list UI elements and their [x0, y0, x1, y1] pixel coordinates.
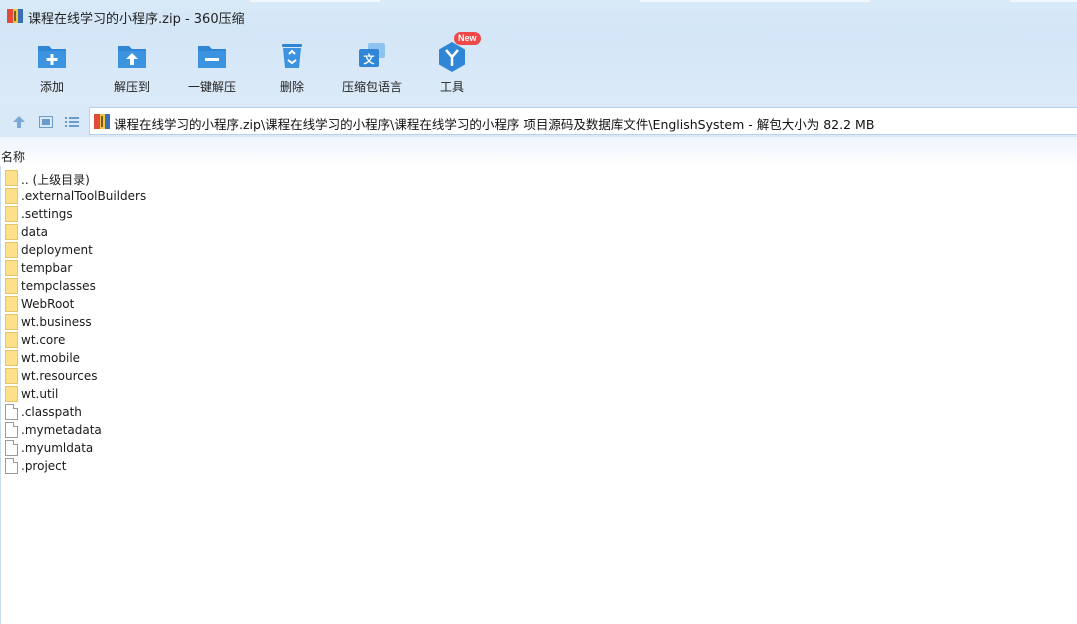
list-item[interactable]: tempbar: [0, 259, 600, 277]
svg-text:文: 文: [364, 52, 376, 66]
list-item[interactable]: wt.core: [0, 331, 600, 349]
list-item-name: .project: [21, 459, 67, 473]
list-item-name: .classpath: [21, 405, 82, 419]
add-folder-icon: [38, 46, 66, 68]
list-item-name: .settings: [21, 207, 73, 221]
delete-button[interactable]: 删除: [252, 32, 332, 106]
list-item[interactable]: data: [0, 223, 600, 241]
folder-icon: [5, 314, 18, 330]
list-item-name: .. (上级目录): [21, 173, 90, 187]
zip-archive-icon: [94, 114, 110, 129]
folder-icon: [5, 350, 18, 366]
list-item[interactable]: wt.util: [0, 385, 600, 403]
folder-icon: [5, 368, 18, 384]
list-item[interactable]: .classpath: [0, 403, 600, 421]
list-item-name: wt.core: [21, 333, 66, 347]
list-item[interactable]: .mymetadata: [0, 421, 600, 439]
archive-app-icon: [7, 9, 23, 23]
folder-icon: [5, 170, 18, 186]
address-path: 课程在线学习的小程序.zip\课程在线学习的小程序\课程在线学习的小程序 项目源…: [114, 117, 875, 132]
archive-language-label: 压缩包语言: [341, 80, 402, 94]
list-item[interactable]: .externalToolBuilders: [0, 187, 600, 205]
column-header: 名称: [0, 137, 1077, 166]
column-name-header[interactable]: 名称: [1, 148, 25, 165]
toolbar: 添加 解压到 一键解压 删除 文 压缩包语言 New 工具: [0, 32, 1077, 106]
add-label: 添加: [39, 80, 64, 94]
list-item-name: wt.business: [21, 315, 92, 329]
folder-icon: [5, 206, 18, 222]
up-arrow-icon[interactable]: [11, 114, 27, 130]
one-click-extract-button[interactable]: 一键解压: [172, 32, 252, 106]
list-item-name: tempbar: [21, 261, 73, 275]
new-badge: New: [454, 32, 481, 45]
list-item[interactable]: .settings: [0, 205, 600, 223]
tools-button[interactable]: New 工具: [412, 32, 492, 106]
title-edge: [250, 0, 380, 2]
list-item-name: .externalToolBuilders: [21, 189, 147, 203]
folder-icon: [5, 296, 18, 312]
list-item[interactable]: wt.mobile: [0, 349, 600, 367]
extract-to-button[interactable]: 解压到: [92, 32, 172, 106]
file-icon: [5, 404, 18, 420]
list-item-name: .myumldata: [21, 441, 94, 455]
file-icon: [5, 440, 18, 456]
recycle-bin-icon: [282, 44, 302, 68]
folder-icon: [5, 278, 18, 294]
address-row: 课程在线学习的小程序.zip\课程在线学习的小程序\课程在线学习的小程序 项目源…: [0, 106, 1077, 137]
list-item-name: wt.util: [21, 387, 59, 401]
extract-to-label: 解压到: [113, 80, 150, 94]
list-item-name: data: [21, 225, 49, 239]
address-bar[interactable]: 课程在线学习的小程序.zip\课程在线学习的小程序\课程在线学习的小程序 项目源…: [89, 107, 1077, 135]
folder-icon: [5, 242, 18, 258]
title-edge: [1010, 0, 1077, 2]
archive-language-icon: 文: [359, 43, 385, 67]
list-item[interactable]: wt.resources: [0, 367, 600, 385]
delete-label: 删除: [279, 80, 304, 94]
list-item-name: tempclasses: [21, 279, 96, 293]
list-item-name: .mymetadata: [21, 423, 102, 437]
window-title: 课程在线学习的小程序.zip - 360压缩: [28, 12, 245, 27]
thumbnail-view-icon[interactable]: [38, 114, 54, 130]
add-button[interactable]: 添加: [12, 32, 92, 106]
list-item-name: wt.resources: [21, 369, 98, 383]
list-item[interactable]: WebRoot: [0, 295, 600, 313]
folder-icon: [5, 386, 18, 402]
list-item[interactable]: tempclasses: [0, 277, 600, 295]
folder-icon: [5, 260, 18, 276]
folder-icon: [5, 224, 18, 240]
extract-to-icon: [118, 46, 146, 68]
tools-label: 工具: [439, 80, 464, 94]
archive-language-button[interactable]: 文 压缩包语言: [332, 32, 412, 106]
file-list: .. (上级目录) .externalToolBuilders .settings d…: [0, 169, 600, 475]
one-click-extract-icon: [198, 46, 226, 68]
list-item[interactable]: deployment: [0, 241, 600, 259]
list-item-name: wt.mobile: [21, 351, 81, 365]
file-icon: [5, 458, 18, 474]
list-item[interactable]: .myumldata: [0, 439, 600, 457]
list-item[interactable]: .project: [0, 457, 600, 475]
list-view-icon[interactable]: [64, 114, 80, 130]
title-bar: 课程在线学习的小程序.zip - 360压缩: [0, 0, 1077, 32]
folder-icon: [5, 188, 18, 204]
folder-icon: [5, 332, 18, 348]
list-item[interactable]: .. (上级目录): [0, 169, 600, 187]
file-icon: [5, 422, 18, 438]
one-click-extract-label: 一键解压: [187, 80, 236, 94]
list-item[interactable]: wt.business: [0, 313, 600, 331]
title-edge: [640, 0, 870, 2]
list-item-name: deployment: [21, 243, 93, 257]
list-item-name: WebRoot: [21, 297, 75, 311]
